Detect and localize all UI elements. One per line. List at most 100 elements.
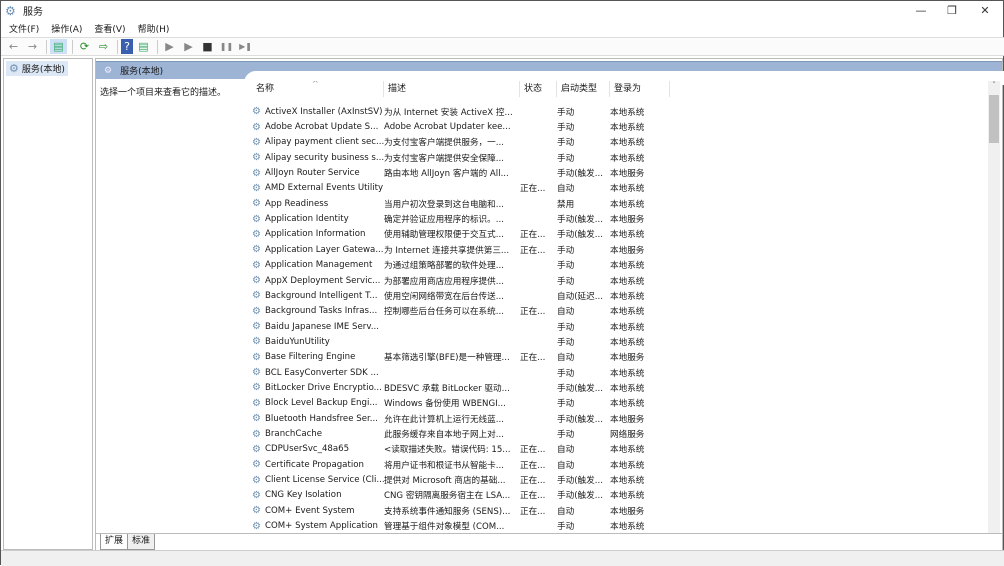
service-row[interactable]: ⚙ App Readiness 当用户初次登录到这台电脑和... 禁用 本地系统 — [252, 196, 670, 211]
service-row[interactable]: ⚙ ActiveX Installer (AxInstSV) 为从 Internet… — [252, 104, 670, 119]
service-row[interactable]: ⚙ Background Tasks Infras... 控制哪些后台任务可以在系统… — [252, 304, 670, 319]
service-row[interactable]: ⚙ Application Information 使用辅助管理权限便于交互式...… — [252, 227, 670, 242]
column-header-startup-type[interactable]: 启动类型 — [557, 81, 610, 97]
service-gear-icon: ⚙ — [252, 182, 261, 194]
menu-view[interactable]: 查看(V) — [94, 22, 125, 35]
service-row[interactable]: ⚙ Background Intelligent T... 使用空闲网络带宽在后台传… — [252, 288, 670, 303]
window-title: 服务 — [23, 7, 43, 18]
service-gear-icon: ⚙ — [252, 275, 261, 287]
service-row[interactable]: ⚙ Client License Service (Cli... 提供对 Micro… — [252, 472, 670, 487]
service-startup-type: 手动 — [557, 107, 575, 118]
service-gear-icon: ⚙ — [252, 428, 261, 440]
service-row[interactable]: ⚙ AppX Deployment Servic... 为部署应用商店应用程序提供.… — [252, 273, 670, 288]
service-row[interactable]: ⚙ Baidu Japanese IME Serv... 手动 本地系统 — [252, 319, 670, 334]
service-row[interactable]: ⚙ Base Filtering Engine 基本筛选引擎(BFE)是一种管理..… — [252, 350, 670, 365]
menu-help[interactable]: 帮助(H) — [138, 22, 170, 35]
service-row[interactable]: ⚙ Alipay security business s... 为支付宝客户端提供安… — [252, 150, 670, 165]
service-name: CDPUserSvc_48a65 — [265, 444, 350, 455]
service-name: App Readiness — [265, 198, 329, 209]
service-startup-type: 自动 — [557, 353, 575, 364]
service-row[interactable]: ⚙ CDPUserSvc_48a65 <读取描述失败。错误代码: 15... 正在..… — [252, 442, 670, 457]
service-row[interactable]: ⚙ CNG Key Isolation CNG 密钥隔离服务宿主在 LSA... 正在… — [252, 488, 670, 503]
column-header-log-on-as[interactable]: 登录为 — [610, 81, 670, 97]
tab-extended[interactable]: 扩展 — [100, 534, 129, 550]
service-startup-type: 自动 — [557, 460, 575, 471]
service-name: CNG Key Isolation — [265, 490, 342, 501]
service-row[interactable]: ⚙ BranchCache 此服务缓存来自本地子网上对... 手动 网络服务 — [252, 426, 670, 441]
service-name: Application Management — [265, 260, 373, 271]
service-status: 正在... — [520, 491, 546, 502]
service-startup-type: 手动 — [557, 276, 575, 287]
toolbar: ← → ▤ ⟳ ⇨ ? ▤ ▶ ▶ ■ ❚❚ ▶❚ — [1, 37, 1004, 56]
service-row[interactable]: ⚙ Application Management 为通过组策略部署的软件处理... 手… — [252, 258, 670, 273]
show-tree-icon[interactable]: ▤ — [50, 39, 67, 54]
back-icon[interactable]: ← — [5, 39, 22, 54]
service-description: 为 Internet 连接共享提供第三... — [384, 245, 510, 256]
service-description: 为部署应用商店应用程序提供... — [384, 276, 504, 287]
service-row[interactable]: ⚙ Bluetooth Handsfree Ser... 允许在此计算机上运行无线蓝… — [252, 411, 670, 426]
services-pane: ⚙ 服务(本地) 选择一个项目来查看它的描述。 名称 ^ 描述 状态 启动类型 登… — [95, 58, 1004, 550]
tab-standard[interactable]: 标准 — [127, 534, 156, 550]
service-row[interactable]: ⚙ AMD External Events Utility 正在... 自动 本地系统 — [252, 181, 670, 196]
service-status: 正在... — [520, 307, 546, 318]
service-row[interactable]: ⚙ BCL EasyConverter SDK ... 手动 本地系统 — [252, 365, 670, 380]
help-icon[interactable]: ? — [121, 39, 133, 54]
service-startup-type: 手动 — [557, 322, 575, 333]
service-name: Bluetooth Handsfree Ser... — [265, 413, 378, 424]
start-alt-icon[interactable]: ▶ — [180, 39, 197, 54]
service-name: Certificate Propagation — [265, 459, 364, 470]
service-description: 路由本地 AllJoyn 客户端的 All... — [384, 169, 509, 180]
service-description: 基本筛选引擎(BFE)是一种管理... — [384, 353, 510, 364]
service-startup-type: 手动(触发... — [557, 476, 603, 487]
menu-action[interactable]: 操作(A) — [51, 22, 82, 35]
service-log-on-as: 本地系统 — [610, 153, 645, 164]
service-startup-type: 手动 — [557, 522, 575, 533]
menu-file[interactable]: 文件(F) — [9, 22, 39, 35]
minimize-button[interactable]: — — [904, 1, 938, 20]
service-startup-type: 禁用 — [557, 199, 575, 210]
service-name: AllJoyn Router Service — [265, 168, 360, 179]
separator — [117, 39, 118, 54]
service-gear-icon: ⚙ — [252, 198, 261, 210]
service-row[interactable]: ⚙ Alipay payment client sec... 为支付宝客户端提供服务… — [252, 135, 670, 150]
service-row[interactable]: ⚙ COM+ Event System 支持系统事件通知服务 (SENS)... 正在… — [252, 503, 670, 518]
properties-icon[interactable]: ▤ — [135, 39, 152, 54]
tree-item-services-local[interactable]: ⚙ 服务(本地) — [6, 61, 68, 76]
scroll-up-icon[interactable]: ˄ — [988, 81, 1000, 89]
service-startup-type: 手动 — [557, 245, 575, 256]
restore-button[interactable]: ❐ — [935, 1, 969, 20]
service-row[interactable]: ⚙ Certificate Propagation 将用户证书和根证书从智能卡...… — [252, 457, 670, 472]
service-row[interactable]: ⚙ Block Level Backup Engi... Windows 备份使用 … — [252, 396, 670, 411]
service-row[interactable]: ⚙ Adobe Acrobat Update S... Adobe Acrobat … — [252, 119, 670, 134]
service-log-on-as: 本地系统 — [610, 107, 645, 118]
stop-icon[interactable]: ■ — [199, 39, 216, 54]
service-gear-icon: ⚙ — [252, 505, 261, 517]
export-icon[interactable]: ⇨ — [95, 39, 112, 54]
service-status: 正在... — [520, 460, 546, 471]
service-status: 正在... — [520, 245, 546, 256]
vertical-scrollbar[interactable]: ˄ — [988, 81, 1000, 533]
service-description: BDESVC 承载 BitLocker 驱动... — [384, 383, 510, 394]
resume-icon[interactable]: ▶❚ — [237, 39, 254, 54]
column-header-description[interactable]: 描述 — [384, 81, 520, 97]
forward-icon[interactable]: → — [24, 39, 41, 54]
service-name: AMD External Events Utility — [265, 183, 384, 194]
pause-icon[interactable]: ❚❚ — [218, 39, 235, 54]
service-row[interactable]: ⚙ BitLocker Drive Encryptio... BDESVC 承载 B… — [252, 380, 670, 395]
refresh-icon[interactable]: ⟳ — [76, 39, 93, 54]
service-row[interactable]: ⚙ Application Identity 确定并验证应用程序的标识。... 手动(… — [252, 211, 670, 226]
service-gear-icon: ⚙ — [252, 413, 261, 425]
service-row[interactable]: ⚙ AllJoyn Router Service 路由本地 AllJoyn 客户端的… — [252, 165, 670, 180]
service-log-on-as: 本地系统 — [610, 123, 645, 134]
service-row[interactable]: ⚙ Application Layer Gatewa... 为 Internet 连… — [252, 242, 670, 257]
service-log-on-as: 本地系统 — [610, 307, 645, 318]
service-row[interactable]: ⚙ BaiduYunUtility 手动 本地系统 — [252, 334, 670, 349]
scrollbar-thumb[interactable] — [989, 95, 999, 143]
service-status: 正在... — [520, 506, 546, 517]
close-button[interactable]: ✕ — [968, 1, 1002, 20]
title-bar: ⚙ 服务 — ❐ ✕ — [1, 1, 1004, 20]
column-header-status[interactable]: 状态 — [520, 81, 557, 97]
column-header-name[interactable]: 名称 ^ — [252, 81, 384, 97]
service-row[interactable]: ⚙ COM+ System Application 管理基于组件对象模型 (COM.… — [252, 518, 670, 533]
start-icon[interactable]: ▶ — [161, 39, 178, 54]
